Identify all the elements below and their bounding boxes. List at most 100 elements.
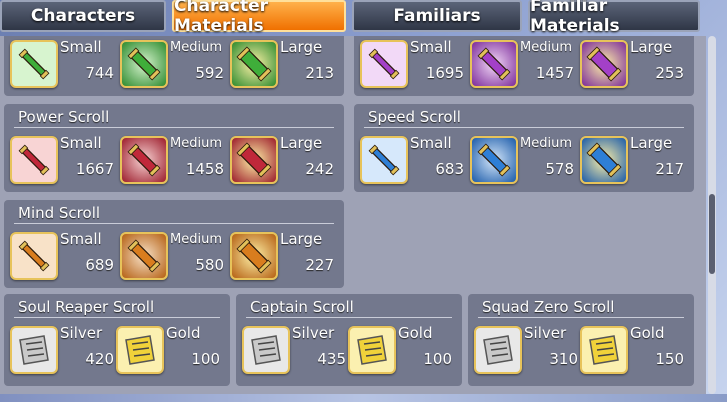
speed-scroll-large-icon bbox=[580, 136, 628, 184]
tab-character-materials[interactable]: Character Materials bbox=[172, 0, 346, 36]
purple-scroll-small-icon bbox=[360, 40, 408, 88]
material-item[interactable]: Large 217 bbox=[580, 130, 690, 188]
divider bbox=[14, 127, 334, 128]
tier-label: Gold bbox=[166, 324, 201, 342]
material-item[interactable]: Small 744 bbox=[10, 36, 120, 92]
divider bbox=[364, 127, 684, 128]
tier-label: Large bbox=[280, 38, 323, 56]
squad-zero-scroll-panel: Squad Zero Scroll Silver 310 Gold 150 bbox=[468, 294, 694, 386]
item-count: 420 bbox=[85, 350, 114, 368]
speed-scroll-panel: Speed Scroll Small 683 Medium 578 Large … bbox=[354, 104, 694, 192]
tier-label: Small bbox=[60, 230, 102, 248]
item-count: 689 bbox=[85, 256, 114, 274]
material-item[interactable]: Small 683 bbox=[360, 130, 470, 188]
item-count: 310 bbox=[549, 350, 578, 368]
captain-scroll-panel: Captain Scroll Silver 435 Gold 100 bbox=[236, 294, 462, 386]
speed-scroll-medium-icon bbox=[470, 136, 518, 184]
material-item[interactable]: Silver 420 bbox=[10, 320, 120, 378]
squad-zero-gold-scroll-icon bbox=[580, 326, 628, 374]
material-item[interactable]: Small 1695 bbox=[360, 36, 470, 92]
tier-label: Large bbox=[630, 38, 673, 56]
divider bbox=[14, 223, 334, 224]
material-item[interactable]: Large 213 bbox=[230, 36, 340, 92]
material-item[interactable]: Medium 1458 bbox=[120, 130, 230, 188]
item-count: 1667 bbox=[75, 160, 114, 178]
scrollbar[interactable] bbox=[708, 36, 716, 394]
tier-label: Small bbox=[60, 134, 102, 152]
tier-label: Medium bbox=[170, 40, 222, 55]
category-tab-bar: Characters Character Materials Familiars… bbox=[0, 0, 727, 36]
item-count: 213 bbox=[305, 64, 334, 82]
divider bbox=[246, 317, 452, 318]
divider bbox=[478, 317, 684, 318]
material-item[interactable]: Large 242 bbox=[230, 130, 340, 188]
material-item[interactable]: Silver 310 bbox=[474, 320, 584, 378]
tier-label: Medium bbox=[520, 40, 572, 55]
item-count: 1458 bbox=[185, 160, 224, 178]
mind-scroll-panel: Mind Scroll Small 689 Medium 580 Large 2… bbox=[4, 200, 344, 288]
panel-title: Squad Zero Scroll bbox=[482, 298, 615, 316]
tab-familiar-materials[interactable]: Familiar Materials bbox=[528, 0, 700, 36]
tier-label: Large bbox=[280, 134, 323, 152]
purple-scroll-medium-icon bbox=[470, 40, 518, 88]
tier-label: Medium bbox=[170, 232, 222, 247]
item-count: 217 bbox=[655, 160, 684, 178]
material-item[interactable]: Silver 435 bbox=[242, 320, 352, 378]
material-item[interactable]: Gold 100 bbox=[116, 320, 226, 378]
mind-scroll-large-icon bbox=[230, 232, 278, 280]
tier-label: Medium bbox=[170, 136, 222, 151]
material-item[interactable]: Gold 100 bbox=[348, 320, 458, 378]
soul-reaper-scroll-panel: Soul Reaper Scroll Silver 420 Gold 100 bbox=[4, 294, 230, 386]
panel-title: Power Scroll bbox=[18, 108, 110, 126]
tier-label: Silver bbox=[292, 324, 335, 342]
speed-scroll-small-icon bbox=[360, 136, 408, 184]
purple-scroll-panel: Small 1695 Medium 1457 Large 253 bbox=[354, 36, 694, 96]
item-count: 435 bbox=[317, 350, 346, 368]
material-item[interactable]: Gold 150 bbox=[580, 320, 690, 378]
material-item[interactable]: Large 253 bbox=[580, 36, 690, 92]
item-count: 683 bbox=[435, 160, 464, 178]
item-count: 100 bbox=[191, 350, 220, 368]
mind-scroll-small-icon bbox=[10, 232, 58, 280]
purple-scroll-large-icon bbox=[580, 40, 628, 88]
power-scroll-small-icon bbox=[10, 136, 58, 184]
item-count: 578 bbox=[545, 160, 574, 178]
material-item[interactable]: Small 689 bbox=[10, 226, 120, 284]
panel-title: Soul Reaper Scroll bbox=[18, 298, 155, 316]
power-scroll-medium-icon bbox=[120, 136, 168, 184]
tier-label: Small bbox=[410, 134, 452, 152]
background-strip bbox=[0, 394, 727, 402]
panel-title: Speed Scroll bbox=[368, 108, 461, 126]
tier-label: Small bbox=[410, 38, 452, 56]
tier-label: Silver bbox=[60, 324, 103, 342]
green-scroll-large-icon bbox=[230, 40, 278, 88]
captain-gold-scroll-icon bbox=[348, 326, 396, 374]
squad-zero-silver-scroll-icon bbox=[474, 326, 522, 374]
soul-reaper-silver-scroll-icon bbox=[10, 326, 58, 374]
mind-scroll-medium-icon bbox=[120, 232, 168, 280]
tier-label: Gold bbox=[630, 324, 665, 342]
item-count: 227 bbox=[305, 256, 334, 274]
item-count: 592 bbox=[195, 64, 224, 82]
scrollbar-thumb[interactable] bbox=[709, 194, 715, 274]
green-scroll-panel: Small 744 Medium 592 Large 213 bbox=[4, 36, 344, 96]
item-count: 580 bbox=[195, 256, 224, 274]
tier-label: Large bbox=[280, 230, 323, 248]
tab-characters[interactable]: Characters bbox=[0, 0, 166, 32]
material-item[interactable]: Medium 578 bbox=[470, 130, 580, 188]
tier-label: Silver bbox=[524, 324, 567, 342]
panel-title: Captain Scroll bbox=[250, 298, 354, 316]
material-item[interactable]: Large 227 bbox=[230, 226, 340, 284]
material-item[interactable]: Medium 580 bbox=[120, 226, 230, 284]
power-scroll-large-icon bbox=[230, 136, 278, 184]
item-count: 253 bbox=[655, 64, 684, 82]
power-scroll-panel: Power Scroll Small 1667 Medium 1458 Larg… bbox=[4, 104, 344, 192]
divider bbox=[14, 317, 220, 318]
material-item[interactable]: Medium 592 bbox=[120, 36, 230, 92]
tab-familiars[interactable]: Familiars bbox=[352, 0, 522, 32]
soul-reaper-gold-scroll-icon bbox=[116, 326, 164, 374]
panel-title: Mind Scroll bbox=[18, 204, 101, 222]
material-item[interactable]: Small 1667 bbox=[10, 130, 120, 188]
materials-list[interactable]: Small 744 Medium 592 Large 213 Small 169… bbox=[0, 36, 706, 394]
material-item[interactable]: Medium 1457 bbox=[470, 36, 580, 92]
